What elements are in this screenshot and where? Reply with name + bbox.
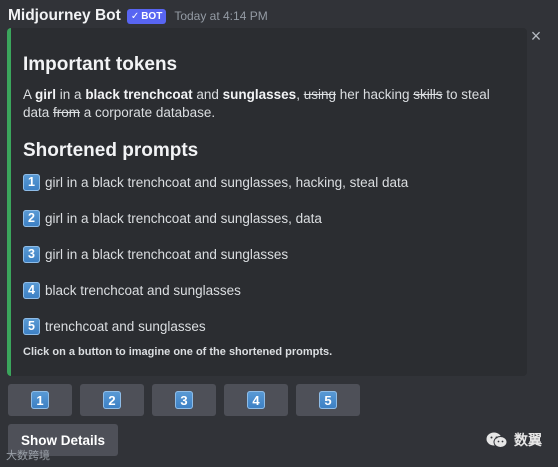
wechat-icon	[486, 432, 508, 448]
keycap-4-icon: 4	[23, 281, 40, 299]
watermark-right-text: 数翼	[514, 432, 542, 448]
bot-badge-label: BOT	[141, 10, 163, 22]
bot-username[interactable]: Midjourney Bot	[8, 7, 121, 25]
prompt-1-button[interactable]: 1	[8, 384, 72, 416]
prompt-2-button[interactable]: 2	[80, 384, 144, 416]
important-tokens-text: A girl in a black trenchcoat and sunglas…	[23, 87, 490, 120]
prompt-5-button[interactable]: 5	[296, 384, 360, 416]
bot-badge: ✓ BOT	[126, 8, 167, 24]
keycap-5-icon: 5	[23, 317, 40, 335]
keycap-2-icon: 2	[103, 391, 121, 409]
close-icon[interactable]: ×	[528, 27, 544, 45]
prompt-item-3: 3 girl in a black trenchcoat and sunglas…	[23, 244, 515, 264]
prompt-3-button[interactable]: 3	[152, 384, 216, 416]
watermark-left: 大数跨境	[6, 447, 50, 463]
prompt-item-4: 4 black trenchcoat and sunglasses	[23, 280, 515, 300]
prompt-item-2: 2 girl in a black trenchcoat and sunglas…	[23, 208, 515, 228]
watermark-right: 数翼	[486, 430, 542, 450]
embed-footer: Click on a button to imagine one of the …	[23, 346, 333, 358]
prompt-text: girl in a black trenchcoat and sunglasse…	[45, 246, 289, 262]
prompt-text: girl in a black trenchcoat and sunglasse…	[45, 174, 409, 190]
keycap-4-icon: 4	[247, 391, 265, 409]
keycap-3-icon: 3	[23, 245, 40, 263]
watermark-left-text: 大数跨境	[6, 450, 50, 462]
verified-check-icon: ✓	[130, 10, 140, 22]
important-tokens-title: Important tokens	[23, 54, 178, 75]
prompt-text: girl in a black trenchcoat and sunglasse…	[45, 210, 322, 226]
shortened-prompts-list: 1 girl in a black trenchcoat and sunglas…	[23, 172, 515, 336]
keycap-1-icon: 1	[31, 391, 49, 409]
message-timestamp: Today at 4:14 PM	[174, 9, 268, 23]
prompt-text: black trenchcoat and sunglasses	[45, 282, 241, 298]
keycap-2-icon: 2	[23, 209, 40, 227]
prompt-4-button[interactable]: 4	[224, 384, 288, 416]
prompt-item-5: 5 trenchcoat and sunglasses	[23, 316, 515, 336]
keycap-5-icon: 5	[319, 391, 337, 409]
embed-card: Important tokens A girl in a black trenc…	[7, 28, 527, 376]
prompt-button-row: 1 2 3 4 5	[8, 384, 360, 416]
keycap-1-icon: 1	[23, 173, 40, 191]
keycap-3-icon: 3	[175, 391, 193, 409]
prompt-text: trenchcoat and sunglasses	[45, 318, 206, 334]
prompt-item-1: 1 girl in a black trenchcoat and sunglas…	[23, 172, 515, 192]
shortened-prompts-title: Shortened prompts	[23, 140, 199, 161]
message-header: Midjourney Bot ✓ BOT Today at 4:14 PM	[8, 4, 268, 28]
